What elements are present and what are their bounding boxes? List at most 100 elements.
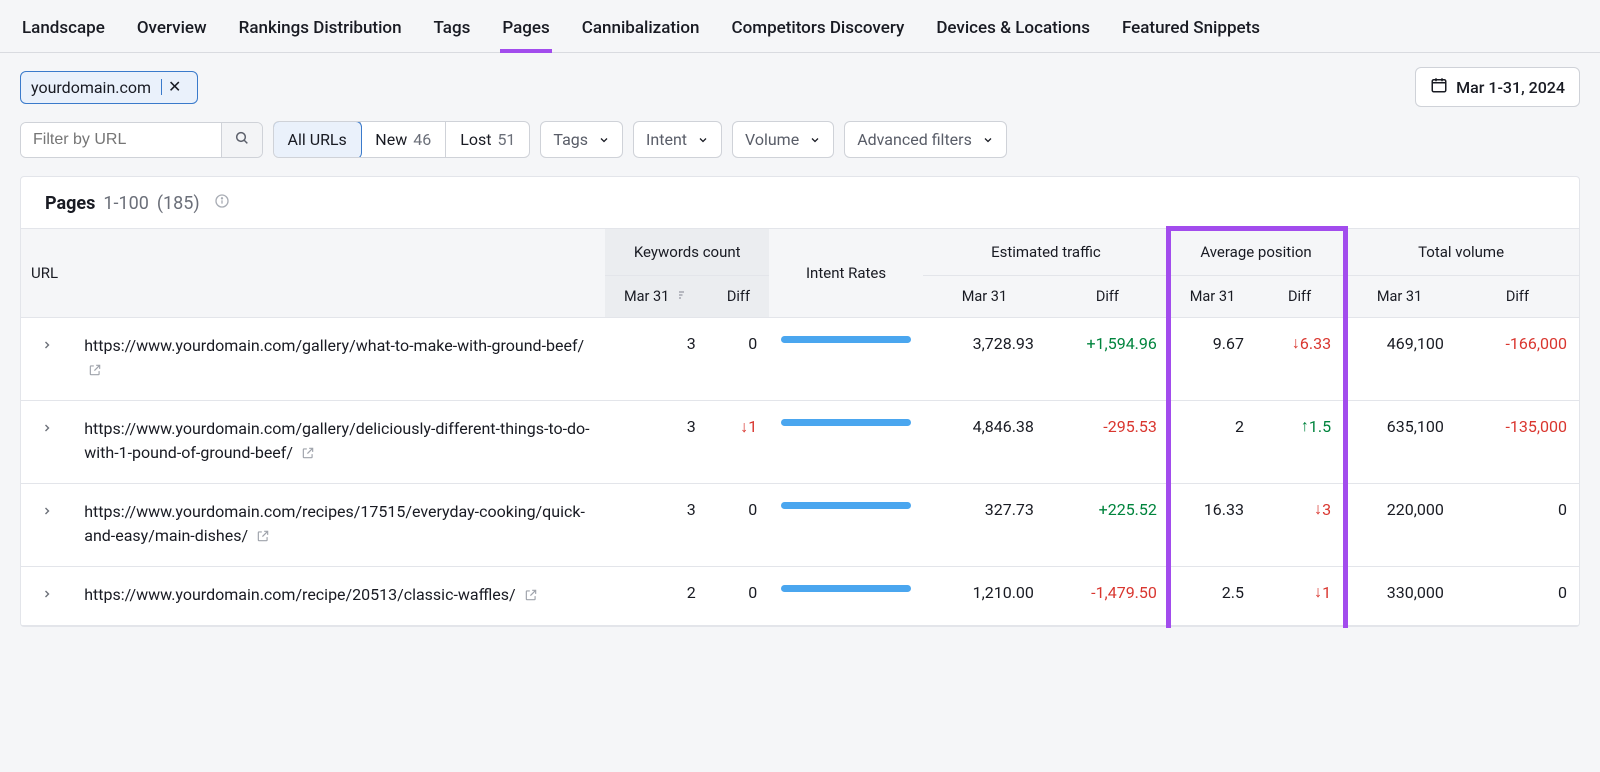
ap-diff: ↑1.5: [1256, 401, 1343, 484]
tags-label: Tags: [553, 130, 588, 149]
tab-tags[interactable]: Tags: [432, 12, 473, 52]
et-diff: -1,479.50: [1046, 567, 1169, 626]
volume-label: Volume: [745, 130, 799, 149]
external-link-icon[interactable]: [256, 526, 270, 550]
col-url[interactable]: URL: [21, 229, 605, 318]
tv-value: 220,000: [1343, 484, 1456, 567]
col-estimated-traffic[interactable]: Estimated traffic: [923, 229, 1169, 276]
col-kw-date[interactable]: Mar 31: [605, 276, 707, 318]
intent-bar: [781, 419, 911, 426]
filters-row-1: yourdomain.com ✕ Mar 1-31, 2024: [0, 53, 1600, 107]
tab-pages[interactable]: Pages: [500, 12, 551, 52]
et-value: 3,728.93: [923, 318, 1046, 401]
expand-icon[interactable]: [41, 419, 53, 438]
ap-value: 16.33: [1169, 484, 1256, 567]
url-segment: All URLs New 46 Lost 51: [273, 121, 530, 158]
et-value: 327.73: [923, 484, 1046, 567]
advanced-filters-dropdown[interactable]: Advanced filters: [844, 121, 1007, 158]
ap-diff: ↓1: [1256, 567, 1343, 626]
pages-card: Pages 1-100 (185) URL Keywords count Int…: [20, 176, 1580, 627]
kw-value: 3: [605, 401, 707, 484]
col-et-diff[interactable]: Diff: [1046, 276, 1169, 318]
col-average-position[interactable]: Average position: [1169, 229, 1343, 276]
kw-value: 3: [605, 318, 707, 401]
tab-devices-locations[interactable]: Devices & Locations: [934, 12, 1092, 52]
seg-lost-count: 51: [497, 130, 515, 149]
kw-value: 2: [605, 567, 707, 626]
intent-cell: [769, 318, 923, 401]
card-header: Pages 1-100 (185): [21, 177, 1579, 228]
tv-diff: -135,000: [1456, 401, 1579, 484]
seg-all-label: All URLs: [288, 130, 347, 149]
tab-landscape[interactable]: Landscape: [20, 12, 107, 52]
ap-value: 2.5: [1169, 567, 1256, 626]
intent-cell: [769, 484, 923, 567]
intent-dropdown[interactable]: Intent: [633, 121, 722, 158]
card-total: (185): [157, 193, 200, 214]
expand-icon[interactable]: [41, 502, 53, 521]
tab-rankings-distribution[interactable]: Rankings Distribution: [237, 12, 404, 52]
calendar-icon: [1430, 76, 1448, 98]
seg-all-urls[interactable]: All URLs: [273, 121, 362, 158]
url-filter-input[interactable]: [21, 123, 221, 157]
url-cell[interactable]: https://www.yourdomain.com/recipes/17515…: [72, 484, 605, 567]
domain-chip[interactable]: yourdomain.com ✕: [20, 71, 198, 104]
col-intent-rates[interactable]: Intent Rates: [769, 229, 923, 318]
chevron-down-icon: [809, 134, 821, 146]
chevron-down-icon: [982, 134, 994, 146]
intent-bar: [781, 336, 911, 343]
tv-diff: 0: [1456, 567, 1579, 626]
external-link-icon[interactable]: [301, 443, 315, 467]
table-row: https://www.yourdomain.com/recipes/17515…: [21, 484, 1579, 567]
expand-icon[interactable]: [41, 585, 53, 604]
seg-new-count: 46: [413, 130, 431, 149]
intent-cell: [769, 567, 923, 626]
seg-lost-label: Lost: [460, 130, 491, 149]
tab-competitors-discovery[interactable]: Competitors Discovery: [730, 12, 907, 52]
et-value: 1,210.00: [923, 567, 1046, 626]
tab-cannibalization[interactable]: Cannibalization: [580, 12, 702, 52]
col-kw-diff[interactable]: Diff: [708, 276, 769, 318]
ap-diff: ↓3: [1256, 484, 1343, 567]
col-tv-diff[interactable]: Diff: [1456, 276, 1579, 318]
url-cell[interactable]: https://www.yourdomain.com/gallery/delic…: [72, 401, 605, 484]
col-ap-diff[interactable]: Diff: [1256, 276, 1343, 318]
col-ap-date[interactable]: Mar 31: [1169, 276, 1256, 318]
filters-row-2: All URLs New 46 Lost 51 Tags Intent Volu…: [0, 107, 1600, 158]
intent-bar: [781, 585, 911, 592]
volume-dropdown[interactable]: Volume: [732, 121, 834, 158]
chevron-down-icon: [697, 134, 709, 146]
tv-diff: 0: [1456, 484, 1579, 567]
external-link-icon[interactable]: [88, 360, 102, 384]
date-range-picker[interactable]: Mar 1-31, 2024: [1415, 67, 1580, 107]
tab-featured-snippets[interactable]: Featured Snippets: [1120, 12, 1262, 52]
col-tv-date[interactable]: Mar 31: [1343, 276, 1456, 318]
tv-value: 469,100: [1343, 318, 1456, 401]
info-icon[interactable]: [214, 193, 230, 214]
seg-new[interactable]: New 46: [360, 122, 445, 157]
kw-diff: 0: [708, 484, 769, 567]
search-button[interactable]: [221, 123, 262, 157]
col-total-volume[interactable]: Total volume: [1343, 229, 1579, 276]
url-cell[interactable]: https://www.yourdomain.com/gallery/what-…: [72, 318, 605, 401]
et-diff: -295.53: [1046, 401, 1169, 484]
ap-diff: ↓6.33: [1256, 318, 1343, 401]
kw-diff: 0: [708, 567, 769, 626]
seg-new-label: New: [375, 130, 407, 149]
seg-lost[interactable]: Lost 51: [445, 122, 529, 157]
tv-diff: -166,000: [1456, 318, 1579, 401]
tab-overview[interactable]: Overview: [135, 12, 209, 52]
close-icon[interactable]: ✕: [161, 79, 187, 95]
url-filter: [20, 122, 263, 158]
url-cell[interactable]: https://www.yourdomain.com/recipe/20513/…: [72, 567, 605, 626]
tags-dropdown[interactable]: Tags: [540, 121, 623, 158]
external-link-icon[interactable]: [524, 585, 538, 609]
col-et-date[interactable]: Mar 31: [923, 276, 1046, 318]
tv-value: 330,000: [1343, 567, 1456, 626]
date-range-label: Mar 1-31, 2024: [1456, 78, 1565, 97]
ap-value: 2: [1169, 401, 1256, 484]
expand-icon[interactable]: [41, 336, 53, 355]
domain-chip-label: yourdomain.com: [31, 78, 151, 97]
col-keywords-count[interactable]: Keywords count: [605, 229, 769, 276]
ap-value: 9.67: [1169, 318, 1256, 401]
